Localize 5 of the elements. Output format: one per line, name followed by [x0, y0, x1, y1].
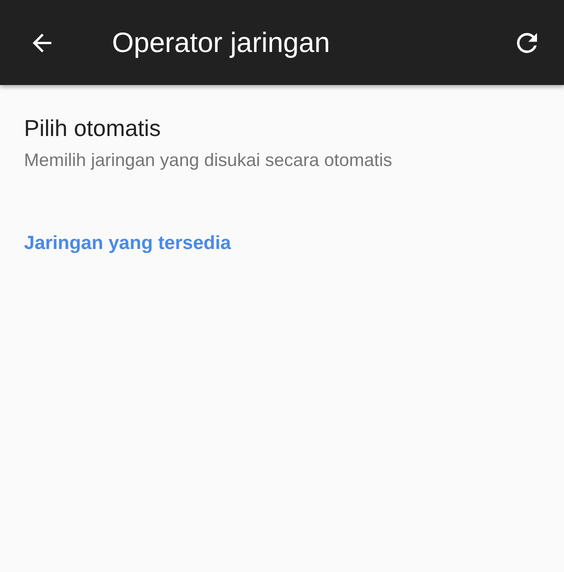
screen-title: Operator jaringan — [112, 26, 331, 58]
section-header: Jaringan yang tersedia — [24, 233, 231, 255]
item-title: Pilih otomatis — [24, 115, 161, 142]
item-summary: Memilih jaringan yang disukai secara otomatis — [24, 150, 392, 171]
auto-select-item[interactable]: Pilih otomatis Memilih jaringan yang disukai secara otomatis — [0, 85, 416, 171]
